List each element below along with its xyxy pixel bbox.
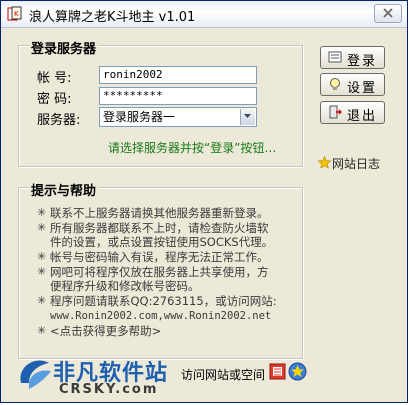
svg-text:K: K [14, 10, 19, 18]
more-help-link[interactable]: <点击获得更多帮助> [50, 324, 161, 338]
help-item-2-line-2: 件的设置，或点设置按钮使用SOCKS代理。 [50, 235, 274, 249]
help-bullet-icon: ✳ [37, 324, 47, 337]
visit-site-link[interactable]: 访问网站或空间 [181, 366, 265, 383]
star-icon [318, 156, 331, 169]
exit-button[interactable]: 退出 [320, 101, 385, 124]
exit-icon [329, 105, 342, 119]
settings-button-label: 设置 [347, 81, 378, 96]
password-label: 密 码: [37, 92, 72, 107]
help-group-title: 提示与帮助 [29, 180, 99, 199]
site-log-link[interactable]: 网站日志 [332, 155, 380, 172]
app-icon: K [7, 6, 22, 21]
account-label: 帐 号: [37, 71, 72, 86]
password-input[interactable]: ********* [99, 87, 257, 105]
help-bullet-icon: ✳ [37, 250, 47, 263]
login-group-title: 登录服务器 [29, 38, 99, 57]
main-window: K 浪人算牌之老K斗地主 v1.01 登录服务器 帐 号: ronin2002 … [0, 0, 408, 403]
login-button-label: 登录 [347, 54, 378, 69]
login-hint: 请选择服务器并按“登录”按钮… [108, 141, 277, 155]
login-icon [328, 51, 342, 63]
help-item-5: 程序问题请联系QQ:2763115，或访问网站: [50, 294, 277, 308]
crsky-logo-icon [20, 360, 51, 389]
window-title: 浪人算牌之老K斗地主 v1.01 [29, 10, 196, 25]
help-item-4-line-1: 网吧可将程序仅放在服务器上共享使用，方 [50, 265, 269, 279]
qzone-icon[interactable] [269, 363, 286, 380]
website-urls[interactable]: www.Ronin2002.com,www.Ronin2002.net [50, 309, 271, 323]
login-button[interactable]: 登录 [320, 46, 385, 69]
lightbulb-icon [330, 78, 340, 90]
server-select[interactable]: 登录服务器一 [99, 107, 257, 127]
help-item-1: 联系不上服务器请换其他服务器重新登录。 [50, 206, 269, 220]
qq-icon[interactable] [288, 362, 307, 381]
help-item-3: 帐号与密码输入有误，程序无法正常工作。 [50, 250, 269, 264]
title-bar[interactable]: K 浪人算牌之老K斗地主 v1.01 [1, 1, 407, 28]
server-label: 服务器: [37, 113, 81, 128]
close-icon [383, 8, 393, 18]
help-bullet-icon: ✳ [37, 294, 47, 307]
help-item-2-line-1: 所有服务器都联系不上时，请检查防火墙软 [50, 221, 269, 235]
help-item-4-line-2: 便程序升级和修改帐号密码。 [50, 279, 200, 293]
help-bullet-icon: ✳ [37, 265, 47, 278]
close-button[interactable] [374, 4, 402, 23]
settings-button[interactable]: 设置 [320, 73, 385, 96]
watermark-en: CRSKY.com [59, 382, 159, 397]
account-input[interactable]: ronin2002 [99, 66, 257, 84]
server-select-value: 登录服务器一 [103, 110, 176, 124]
help-bullet-icon: ✳ [37, 206, 47, 219]
chevron-down-icon[interactable] [240, 109, 255, 125]
help-bullet-icon: ✳ [37, 221, 47, 234]
exit-button-label: 退出 [347, 109, 378, 124]
